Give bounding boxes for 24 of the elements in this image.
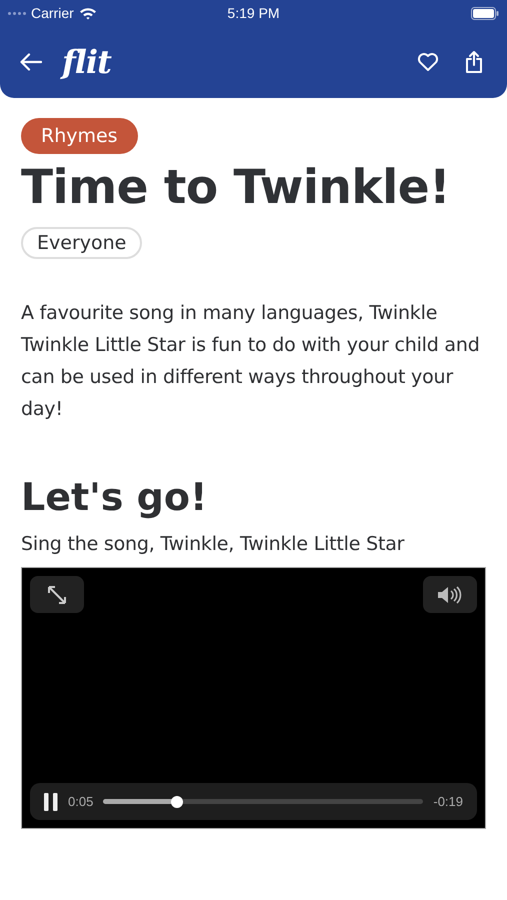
wifi-icon xyxy=(78,6,97,20)
expand-icon xyxy=(46,584,68,606)
video-player[interactable]: 0:05 -0:19 xyxy=(21,567,486,829)
heart-icon xyxy=(417,52,439,72)
category-tag: Rhymes xyxy=(21,118,138,154)
app-logo: flit xyxy=(62,43,111,81)
section-text: Sing the song, Twinkle, Twinkle Little Star xyxy=(21,533,406,555)
audience-tag: Everyone xyxy=(21,227,142,259)
share-icon xyxy=(465,50,483,74)
battery-icon xyxy=(471,6,499,20)
elapsed-time: 0:05 xyxy=(68,794,94,809)
signal-icon xyxy=(8,12,26,14)
speaker-icon xyxy=(437,586,463,604)
back-arrow-icon xyxy=(20,53,42,71)
pause-icon xyxy=(44,792,58,810)
pause-button[interactable] xyxy=(44,792,58,810)
volume-button[interactable] xyxy=(423,576,477,613)
section-heading: Let's go! xyxy=(21,475,208,519)
fullscreen-button[interactable] xyxy=(30,576,84,613)
page-title: Time to Twinkle! xyxy=(21,160,452,215)
description-text: A favourite song in many languages, Twinkle Twinkle Little Star is fun to do with your child and can be used in different ways throughout your day! xyxy=(21,301,481,422)
carrier-name: Carrier xyxy=(31,5,74,21)
clock-time: 5:19 PM xyxy=(227,5,280,21)
remaining-time: -0:19 xyxy=(433,794,463,809)
